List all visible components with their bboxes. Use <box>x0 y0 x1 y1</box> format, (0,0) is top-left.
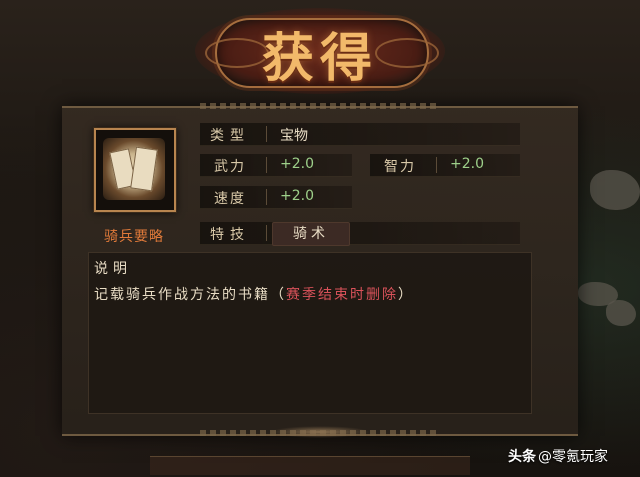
item-name: 骑兵要略 <box>104 229 164 245</box>
watermark-brand: 头条 <box>508 449 536 465</box>
watermark: 头条 @零氪玩家 <box>508 446 608 466</box>
panel-top-ornament <box>200 103 440 109</box>
book-page-right <box>130 146 158 192</box>
book-icon <box>103 138 165 200</box>
wuli-value: +2.0 <box>280 156 314 172</box>
description-body: 记载骑兵作战方法的书籍（ <box>94 287 286 303</box>
sudu-label: 速度 <box>214 191 246 207</box>
watermark-handle: @零氪玩家 <box>538 449 608 465</box>
expiry-note: 赛季结束时删除 <box>286 287 398 303</box>
divider <box>266 189 267 205</box>
wuli-label: 武力 <box>214 159 246 175</box>
item-icon-frame[interactable] <box>94 128 176 212</box>
divider <box>266 126 267 142</box>
type-value: 宝物 <box>280 128 308 144</box>
description-close-paren: ） <box>398 287 414 303</box>
divider <box>266 225 267 241</box>
background-rock <box>606 300 636 326</box>
type-label: 类型 <box>210 128 250 144</box>
sudu-value: +2.0 <box>280 188 314 204</box>
background-rock <box>590 170 640 210</box>
background-hud-bar <box>150 456 470 475</box>
description-text: 记载骑兵作战方法的书籍（赛季结束时删除） <box>94 284 414 304</box>
zhili-label: 智力 <box>384 159 416 175</box>
dialog-title: 获得 <box>261 28 378 89</box>
description-box <box>88 252 532 414</box>
divider <box>266 157 267 173</box>
zhili-value: +2.0 <box>450 156 484 172</box>
divider <box>436 157 437 173</box>
teji-label: 特技 <box>210 227 250 243</box>
description-title: 说明 <box>94 261 132 277</box>
skill-tag[interactable]: 骑术 <box>272 222 350 246</box>
bottom-emblem <box>270 426 370 438</box>
